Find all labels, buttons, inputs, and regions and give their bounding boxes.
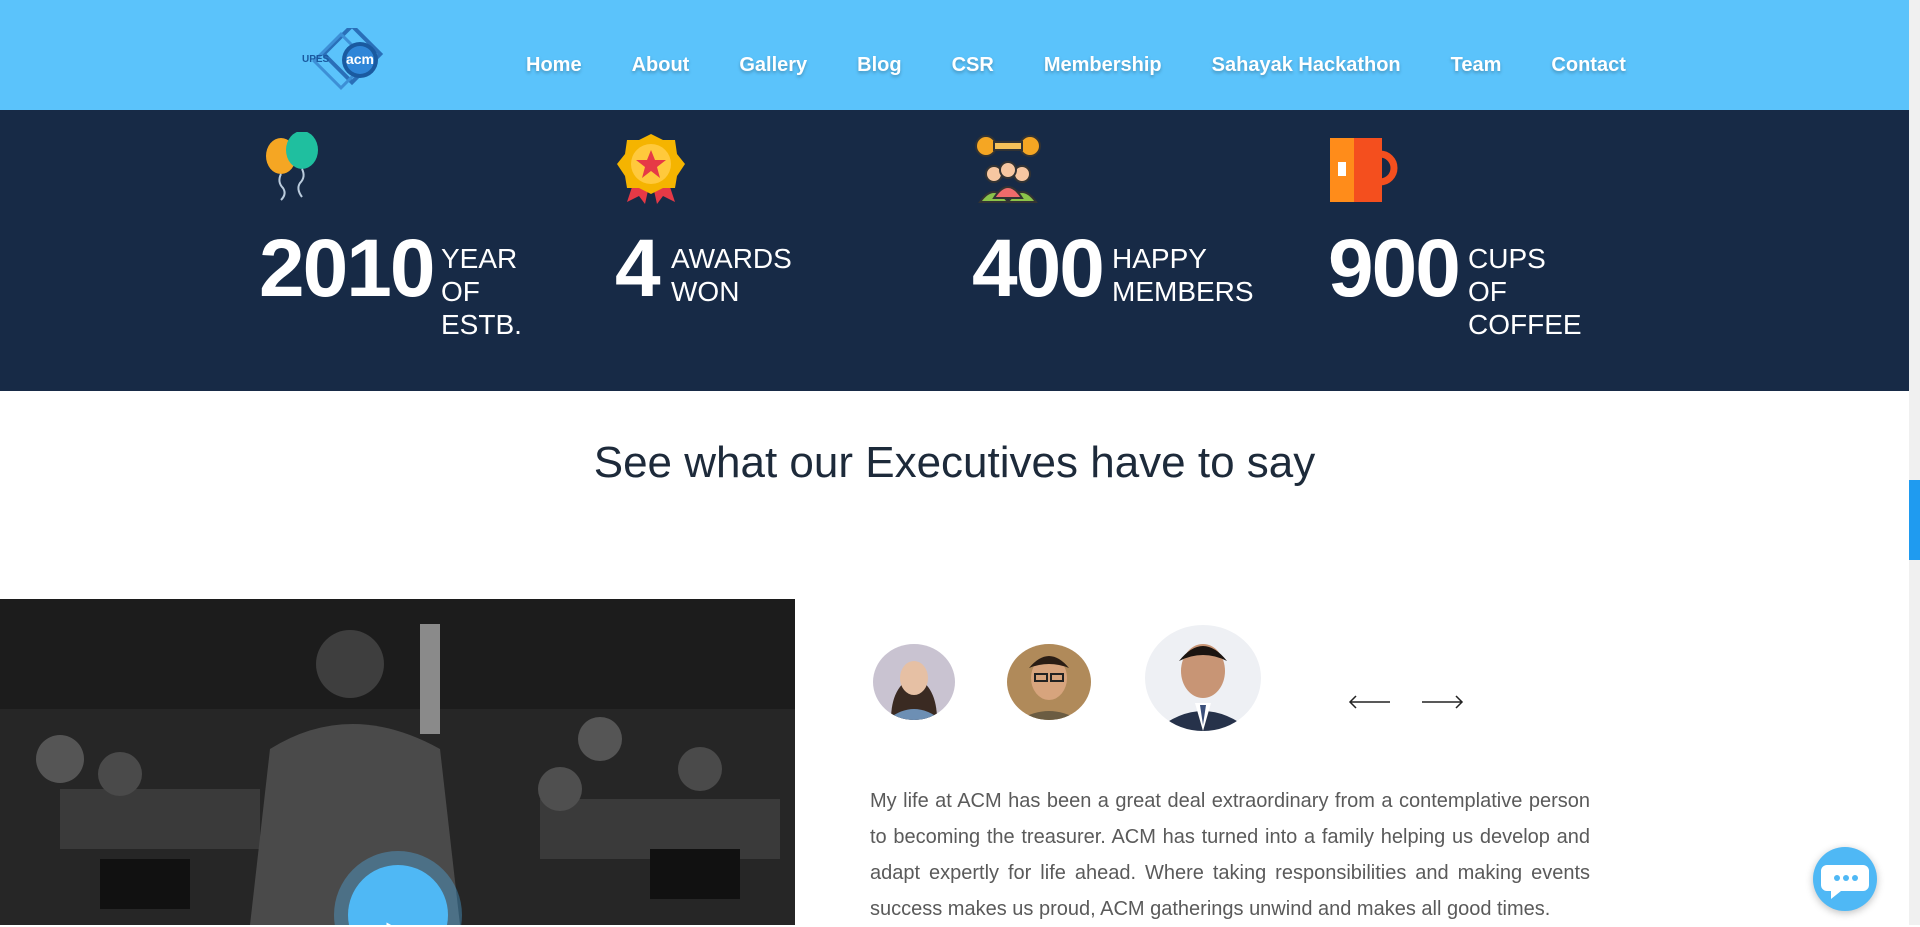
stat-number: 2010 <box>259 223 435 314</box>
stat-label: AWARDS WON <box>671 243 792 307</box>
main-nav: Home About Gallery Blog CSR Membership S… <box>501 0 1651 130</box>
executive-avatar[interactable] <box>873 644 955 720</box>
stat-number: 4 <box>615 223 661 314</box>
stat-number: 400 <box>972 223 1105 314</box>
arrow-right-icon <box>1422 695 1464 709</box>
medal-icon <box>615 132 687 204</box>
section-heading: See what our Executives have to say <box>593 438 1316 487</box>
testimonial-quote: My life at ACM has been a great deal ext… <box>870 790 1590 920</box>
svg-text:acm: acm <box>346 51 374 67</box>
navbar: acm UPES Home About Gallery Blog CSR Mem… <box>0 0 1909 110</box>
nav-gallery[interactable]: Gallery <box>739 54 807 77</box>
stats-section: 2010 YEAR OF ESTB. 4 AWARDS WON 400 HAPP… <box>0 110 1909 391</box>
scrollbar-thumb[interactable] <box>1909 480 1920 560</box>
chat-button[interactable] <box>1813 847 1877 911</box>
nav-about[interactable]: About <box>632 54 690 77</box>
stat-number: 900 <box>1328 223 1461 314</box>
scrollbar-track[interactable] <box>1909 0 1920 925</box>
next-arrow-button[interactable] <box>1420 690 1466 714</box>
acm-logo[interactable]: acm UPES <box>298 22 394 92</box>
nav-csr[interactable]: CSR <box>952 54 994 77</box>
play-icon <box>386 922 392 925</box>
video-thumbnail[interactable] <box>0 599 795 925</box>
balloons-icon <box>259 131 331 204</box>
nav-contact[interactable]: Contact <box>1551 54 1625 77</box>
executive-avatar-active[interactable] <box>1145 625 1261 731</box>
stat-label: HAPPY MEMBERS <box>1112 243 1254 307</box>
team-gears-icon <box>972 132 1044 204</box>
nav-membership[interactable]: Membership <box>1044 54 1162 77</box>
play-button[interactable] <box>348 865 448 925</box>
executive-avatar[interactable] <box>1007 644 1091 720</box>
arrow-left-icon <box>1348 695 1390 709</box>
stat-label: CUPS OF COFFEE <box>1468 243 1582 340</box>
coffee-mug-icon <box>1328 132 1400 204</box>
stat-label: YEAR OF ESTB. <box>441 243 522 340</box>
nav-home[interactable]: Home <box>526 54 582 77</box>
chat-bubble-icon <box>1821 865 1869 899</box>
nav-sahayak-hackathon[interactable]: Sahayak Hackathon <box>1212 54 1401 77</box>
nav-team[interactable]: Team <box>1451 54 1502 77</box>
nav-blog[interactable]: Blog <box>857 54 901 77</box>
prev-arrow-button[interactable] <box>1346 690 1392 714</box>
svg-text:UPES: UPES <box>302 54 330 65</box>
